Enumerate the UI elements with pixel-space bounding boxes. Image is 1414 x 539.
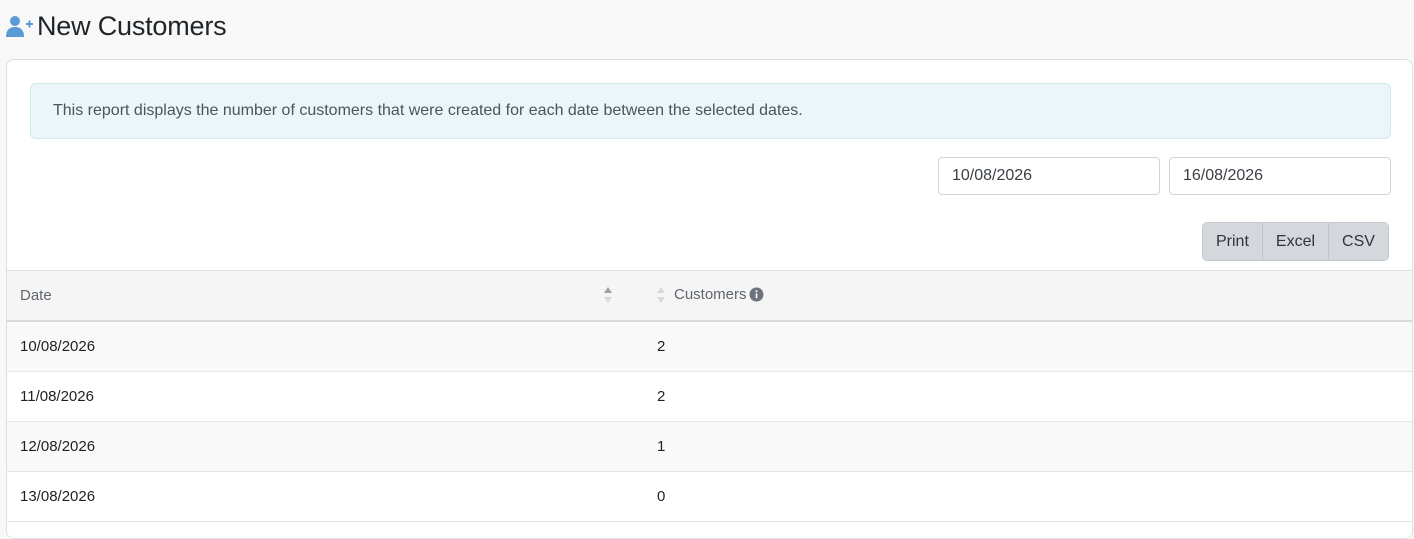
- cell-date: 12/08/2026: [7, 421, 640, 472]
- column-header-customers[interactable]: Customers: [640, 270, 1412, 322]
- customers-table: Date Customers 10/08/2026 2 11/08/2026 2…: [7, 270, 1412, 522]
- info-alert-text: This report displays the number of custo…: [53, 102, 803, 119]
- cell-date: 13/08/2026: [7, 471, 640, 522]
- table-row: 10/08/2026 2: [7, 321, 1412, 372]
- info-icon[interactable]: [749, 287, 764, 302]
- csv-button[interactable]: CSV: [1329, 223, 1388, 260]
- column-header-date[interactable]: Date: [7, 270, 640, 322]
- cell-customers: 1: [640, 421, 1412, 472]
- table-row: 11/08/2026 2: [7, 371, 1412, 422]
- table-row: 13/08/2026 0: [7, 471, 1412, 522]
- date-to-input[interactable]: [1169, 157, 1391, 195]
- sort-icon: [656, 286, 666, 304]
- cell-date: 10/08/2026: [7, 321, 640, 372]
- info-alert: This report displays the number of custo…: [30, 83, 1391, 139]
- cell-date: 11/08/2026: [7, 371, 640, 422]
- excel-button[interactable]: Excel: [1262, 223, 1330, 260]
- report-card: This report displays the number of custo…: [6, 59, 1413, 539]
- page-header: New Customers: [6, 8, 227, 44]
- print-button[interactable]: Print: [1203, 223, 1263, 260]
- page-title: New Customers: [37, 10, 227, 41]
- cell-customers: 0: [640, 471, 1412, 522]
- column-header-date-label: Date: [20, 287, 52, 304]
- sort-ascending-icon: [603, 286, 613, 304]
- cell-customers: 2: [640, 371, 1412, 422]
- user-plus-icon: [6, 14, 34, 38]
- date-from-input[interactable]: [938, 157, 1160, 195]
- table-header-row: Date Customers: [7, 270, 1412, 322]
- column-header-customers-label: Customers: [674, 286, 747, 303]
- export-button-group: Print Excel CSV: [1202, 222, 1389, 261]
- table-row: 12/08/2026 1: [7, 421, 1412, 472]
- cell-customers: 2: [640, 321, 1412, 372]
